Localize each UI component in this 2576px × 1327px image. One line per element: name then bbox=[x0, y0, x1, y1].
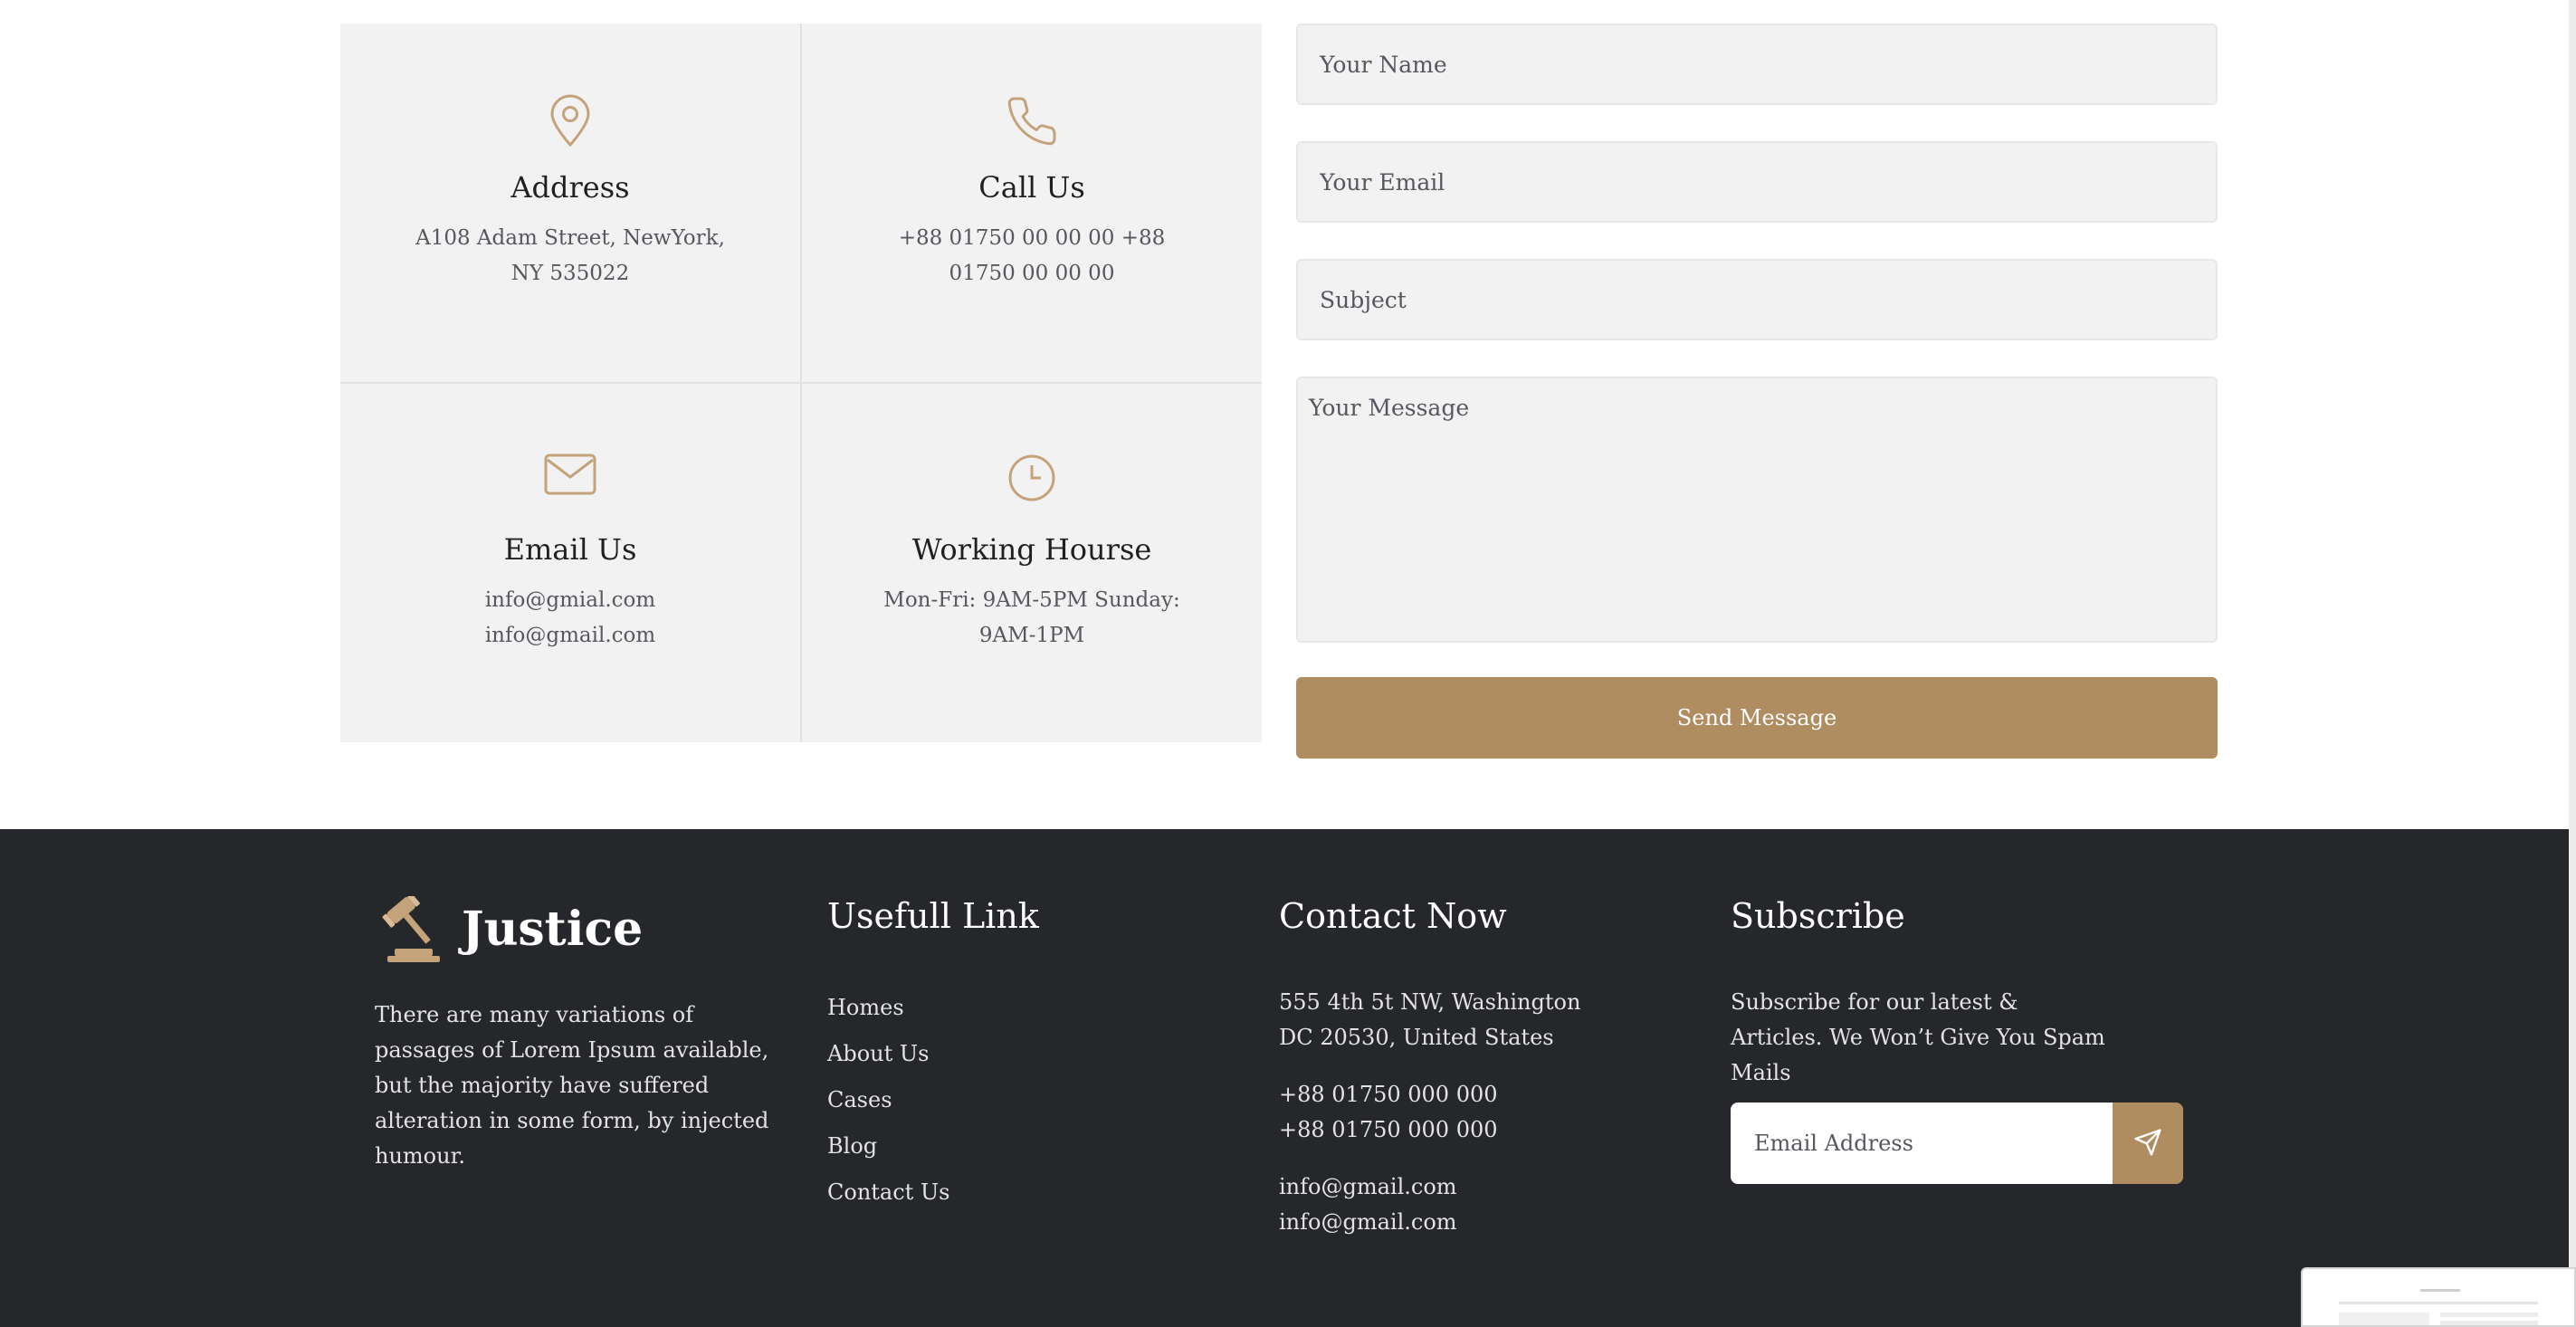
card-detail: A108 Adam Street, NewYork, NY 535022 bbox=[415, 226, 725, 285]
address-card: Address A108 Adam Street, NewYork, NY 53… bbox=[340, 24, 800, 382]
subscribe-text: Subscribe for our latest & Articles. We … bbox=[1731, 989, 2105, 1085]
card-detail: +88 01750 00 00 00 +88 01750 00 00 00 bbox=[898, 226, 1166, 285]
card-title: Address bbox=[510, 170, 630, 205]
footer-link-homes[interactable]: Homes bbox=[827, 985, 949, 1031]
card-title: Email Us bbox=[503, 532, 637, 567]
card-title: Working Hourse bbox=[911, 532, 1152, 567]
contact-phone: +88 01750 000 000 bbox=[1279, 1082, 1498, 1107]
clock-icon bbox=[1008, 454, 1055, 501]
thumbnail-field bbox=[2440, 1313, 2538, 1317]
contact-heading: Contact Now bbox=[1279, 896, 1507, 936]
contact-info-grid: Address A108 Adam Street, NewYork, NY 53… bbox=[340, 24, 1262, 742]
contact-address-line: DC 20530, United States bbox=[1279, 1025, 1554, 1050]
page-preview-thumbnail[interactable] bbox=[2301, 1267, 2576, 1327]
send-message-button[interactable]: Send Message bbox=[1296, 677, 2218, 759]
logo-text[interactable]: Justice bbox=[462, 902, 643, 957]
about-text: There are many variations of passages of… bbox=[375, 1002, 769, 1169]
subject-input[interactable] bbox=[1296, 259, 2218, 340]
subscribe-email-input[interactable] bbox=[1731, 1103, 2113, 1184]
contact-address-line: 555 4th 5t NW, Washington bbox=[1279, 989, 1581, 1015]
email-card: Email Us info@gmial.com info@gmail.com bbox=[340, 384, 800, 742]
envelope-icon bbox=[544, 453, 596, 495]
phone-icon bbox=[1007, 97, 1056, 146]
footer-link-cases[interactable]: Cases bbox=[827, 1077, 949, 1123]
page-right-edge bbox=[2569, 0, 2576, 1327]
card-detail: info@gmial.com info@gmail.com bbox=[484, 588, 656, 647]
contact-email: info@gmail.com bbox=[1279, 1174, 1457, 1199]
message-textarea[interactable] bbox=[1296, 377, 2218, 643]
contact-phone: +88 01750 000 000 bbox=[1279, 1117, 1498, 1142]
subscribe-heading: Subscribe bbox=[1731, 896, 1905, 936]
working-hours-card: Working Hourse Mon-Fri: 9AM-5PM Sunday: … bbox=[802, 384, 1262, 742]
thumbnail-text-line bbox=[2339, 1302, 2538, 1304]
footer: Justice There are many variations of pas… bbox=[0, 829, 2569, 1327]
gavel-icon bbox=[382, 896, 440, 962]
email-input[interactable] bbox=[1296, 141, 2218, 223]
contact-email: info@gmail.com bbox=[1279, 1209, 1457, 1235]
footer-links: Homes About Us Cases Blog Contact Us bbox=[827, 985, 949, 1216]
send-icon bbox=[2134, 1128, 2161, 1156]
subscribe-button[interactable] bbox=[2113, 1103, 2183, 1184]
call-card: Call Us +88 01750 00 00 00 +88 01750 00 … bbox=[802, 24, 1262, 382]
location-pin-icon bbox=[550, 94, 590, 148]
footer-link-about-us[interactable]: About Us bbox=[827, 1031, 949, 1077]
card-detail: Mon-Fri: 9AM-5PM Sunday: 9AM-1PM bbox=[883, 588, 1180, 647]
thumbnail-field bbox=[2440, 1321, 2538, 1325]
thumbnail-block bbox=[2339, 1313, 2429, 1325]
name-input[interactable] bbox=[1296, 24, 2218, 105]
thumbnail-title-line bbox=[2420, 1289, 2460, 1292]
links-heading: Usefull Link bbox=[827, 896, 1039, 936]
card-title: Call Us bbox=[978, 170, 1085, 205]
footer-link-blog[interactable]: Blog bbox=[827, 1123, 949, 1169]
footer-link-contact-us[interactable]: Contact Us bbox=[827, 1169, 949, 1216]
